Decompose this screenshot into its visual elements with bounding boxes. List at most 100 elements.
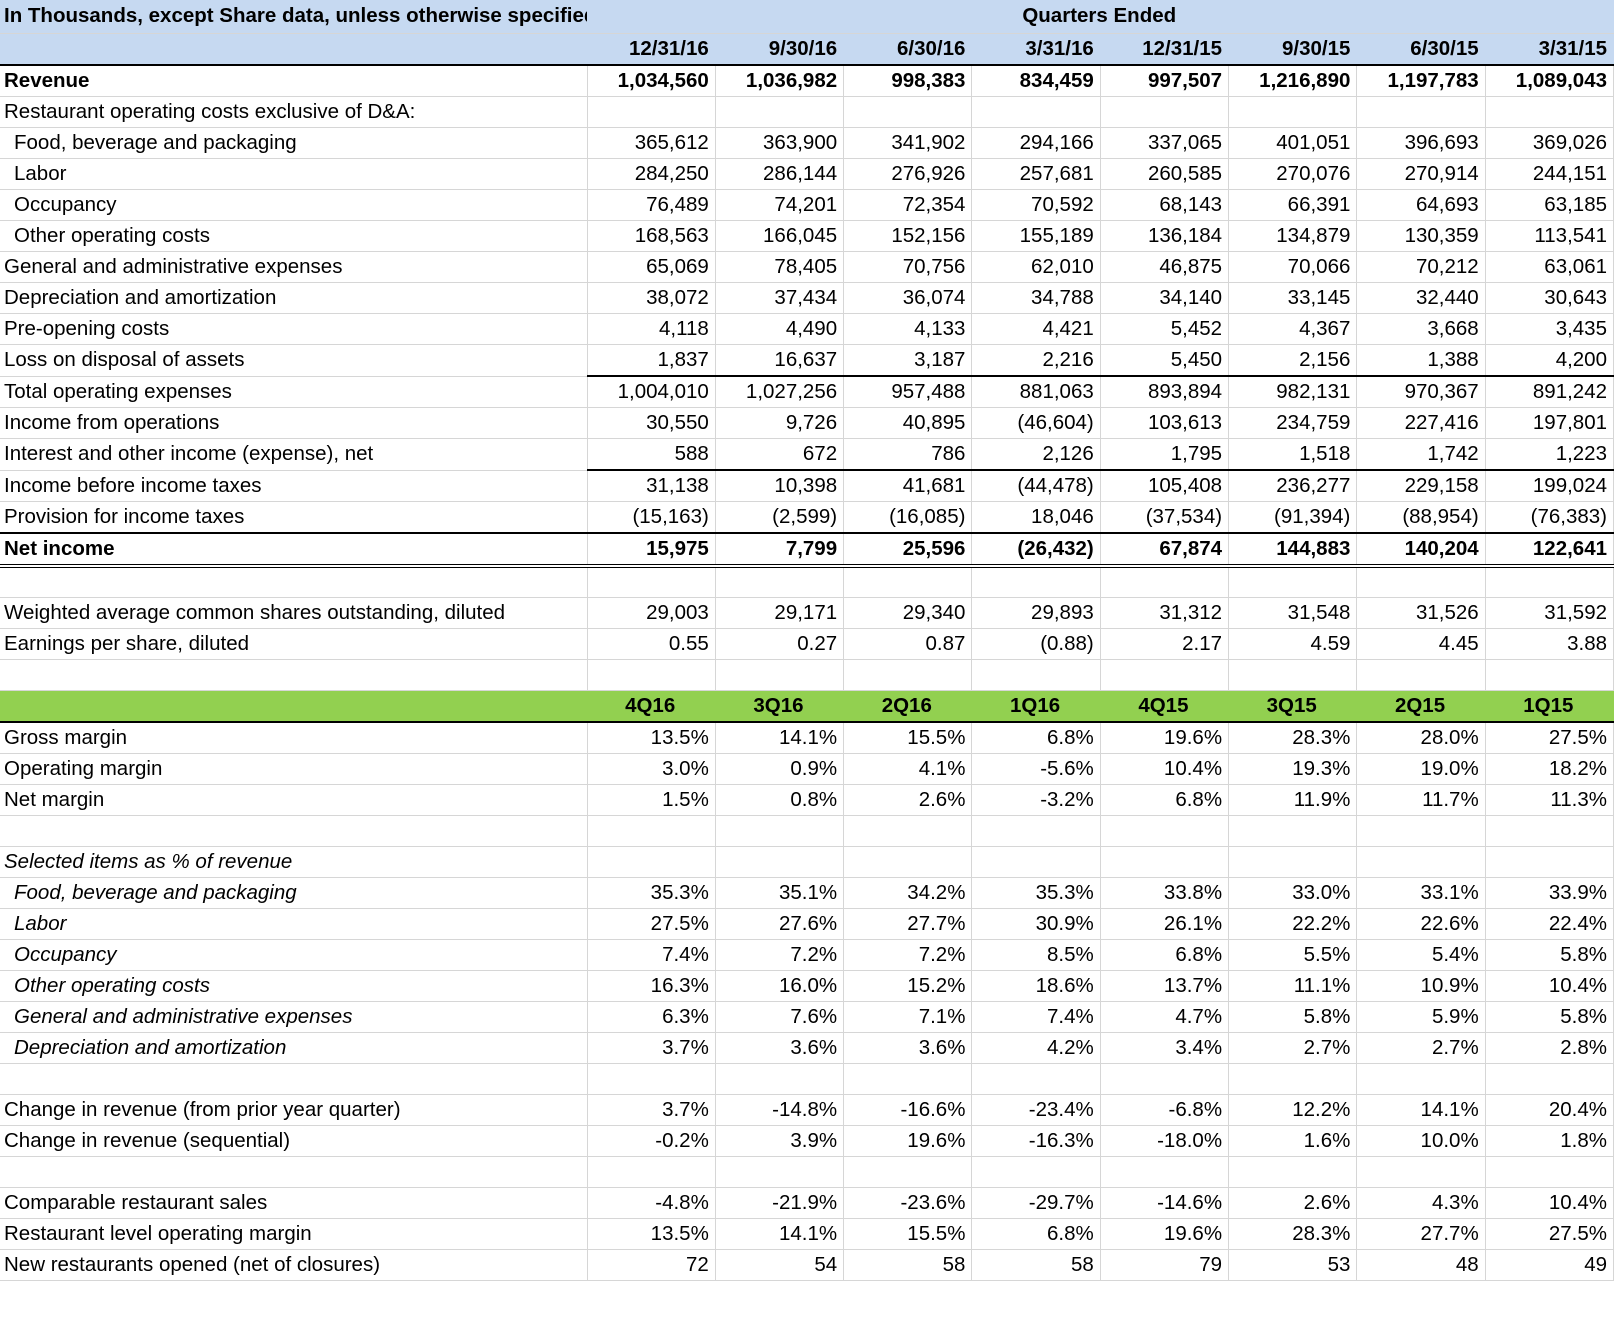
value-cell: 3.0% bbox=[587, 753, 716, 785]
value-cell: (26,432) bbox=[971, 532, 1101, 568]
value-cell: 197,801 bbox=[1485, 407, 1614, 439]
value-cell: 1,036,982 bbox=[715, 65, 845, 97]
value-cell: 33.0% bbox=[1228, 877, 1358, 909]
empty-cell bbox=[0, 1063, 588, 1095]
value-cell: 2.6% bbox=[1228, 1187, 1358, 1219]
row-label: Net income bbox=[0, 532, 588, 568]
value-cell bbox=[971, 96, 1101, 128]
empty-cell bbox=[715, 566, 845, 598]
value-cell: 35.3% bbox=[587, 877, 716, 909]
value-cell: -23.6% bbox=[843, 1187, 973, 1219]
row-label: Other operating costs bbox=[0, 970, 588, 1002]
empty-cell bbox=[587, 1156, 716, 1188]
value-cell: 27.5% bbox=[587, 908, 716, 940]
row-label: Weighted average common shares outstandi… bbox=[0, 597, 588, 629]
value-cell: 31,548 bbox=[1228, 597, 1358, 629]
value-cell: 2,216 bbox=[971, 344, 1101, 377]
value-cell: 891,242 bbox=[1485, 375, 1614, 408]
table-row: Gross margin 13.5% 14.1% 15.5% 6.8% 19.6% 28.3… bbox=[0, 721, 1614, 754]
value-cell: 4.1% bbox=[843, 753, 973, 785]
empty-cell bbox=[1356, 1063, 1486, 1095]
value-cell: 1.5% bbox=[587, 784, 716, 816]
value-cell: 5.8% bbox=[1485, 1001, 1614, 1033]
empty-cell bbox=[843, 1156, 973, 1188]
table-row: Change in revenue (from prior year quart… bbox=[0, 1094, 1614, 1126]
quarters-ended-header: Quarters Ended bbox=[587, 0, 1614, 34]
value-cell: 25,596 bbox=[843, 532, 973, 568]
value-cell: 140,204 bbox=[1356, 532, 1486, 568]
date-header: 9/30/16 bbox=[715, 33, 845, 66]
empty-cell bbox=[587, 566, 716, 598]
empty-cell bbox=[1100, 659, 1230, 691]
value-cell: 4.3% bbox=[1356, 1187, 1486, 1219]
row-label: Total operating expenses bbox=[0, 376, 588, 408]
empty-cell bbox=[971, 846, 1101, 878]
value-cell: 3.6% bbox=[843, 1032, 973, 1064]
empty-cell bbox=[587, 815, 716, 847]
value-cell bbox=[1228, 96, 1358, 128]
value-cell: 10.4% bbox=[1485, 1187, 1614, 1219]
value-cell: 3.7% bbox=[587, 1032, 716, 1064]
empty-cell bbox=[1100, 815, 1230, 847]
value-cell: 76,489 bbox=[587, 189, 716, 221]
value-cell: 227,416 bbox=[1356, 407, 1486, 439]
row-label: Food, beverage and packaging bbox=[0, 127, 588, 159]
value-cell: 7.1% bbox=[843, 1001, 973, 1033]
empty-cell bbox=[1228, 566, 1358, 598]
value-cell: 19.6% bbox=[1100, 1218, 1230, 1250]
table-row: Net income 15,975 7,799 25,596 (26,432) 67,87… bbox=[0, 532, 1614, 568]
value-cell: 31,312 bbox=[1100, 597, 1230, 629]
value-cell: 28.3% bbox=[1228, 721, 1358, 754]
value-cell: 3.6% bbox=[715, 1032, 845, 1064]
value-cell: 30.9% bbox=[971, 908, 1101, 940]
value-cell: 2.7% bbox=[1356, 1032, 1486, 1064]
table-row: Provision for income taxes (15,163) (2,599… bbox=[0, 501, 1614, 534]
date-header: 6/30/16 bbox=[843, 33, 973, 66]
value-cell: 7.2% bbox=[843, 939, 973, 971]
value-cell: 32,440 bbox=[1356, 282, 1486, 314]
empty-cell bbox=[1228, 659, 1358, 691]
value-cell: 15.2% bbox=[843, 970, 973, 1002]
empty-cell bbox=[587, 1063, 716, 1095]
value-cell: 401,051 bbox=[1228, 127, 1358, 159]
value-cell: 0.27 bbox=[715, 628, 845, 660]
value-cell: 14.1% bbox=[715, 1218, 845, 1250]
row-label: Depreciation and amortization bbox=[0, 282, 588, 314]
value-cell: 35.1% bbox=[715, 877, 845, 909]
row-label: General and administrative expenses bbox=[0, 251, 588, 283]
value-cell: 1,795 bbox=[1100, 438, 1230, 471]
value-cell: 54 bbox=[715, 1249, 845, 1281]
financial-spreadsheet: In Thousands, except Share data, unless … bbox=[0, 0, 1614, 1322]
row-label: Pre-opening costs bbox=[0, 313, 588, 345]
value-cell: 7.6% bbox=[715, 1001, 845, 1033]
value-cell: 0.55 bbox=[587, 628, 716, 660]
value-cell: 31,526 bbox=[1356, 597, 1486, 629]
value-cell: 31,138 bbox=[587, 469, 716, 502]
value-cell: 1,004,010 bbox=[587, 375, 716, 408]
table-row: Operating margin 3.0% 0.9% 4.1% -5.6% 10.4% 19… bbox=[0, 753, 1614, 785]
value-cell: (46,604) bbox=[971, 407, 1101, 439]
value-cell: 28.3% bbox=[1228, 1218, 1358, 1250]
value-cell bbox=[587, 96, 716, 128]
row-label: Change in revenue (sequential) bbox=[0, 1125, 588, 1157]
quarter-header: 2Q16 bbox=[843, 690, 973, 723]
empty-cell bbox=[1485, 659, 1614, 691]
row-label: New restaurants opened (net of closures) bbox=[0, 1249, 588, 1281]
value-cell: 2.6% bbox=[843, 784, 973, 816]
value-cell: 363,900 bbox=[715, 127, 845, 159]
value-cell: 2.8% bbox=[1485, 1032, 1614, 1064]
value-cell: 38,072 bbox=[587, 282, 716, 314]
header-row: In Thousands, except Share data, unless … bbox=[0, 0, 1614, 34]
value-cell: 34,140 bbox=[1100, 282, 1230, 314]
table-row: General and administrative expenses 6.3% 7… bbox=[0, 1001, 1614, 1033]
value-cell: -16.6% bbox=[843, 1094, 973, 1126]
value-cell: 0.87 bbox=[843, 628, 973, 660]
value-cell: 27.5% bbox=[1485, 721, 1614, 754]
value-cell: 26.1% bbox=[1100, 908, 1230, 940]
value-cell: 270,076 bbox=[1228, 158, 1358, 190]
value-cell: 786 bbox=[843, 438, 973, 471]
value-cell: -0.2% bbox=[587, 1125, 716, 1157]
empty-cell bbox=[715, 1063, 845, 1095]
value-cell: 4.45 bbox=[1356, 628, 1486, 660]
row-label: Change in revenue (from prior year quart… bbox=[0, 1094, 588, 1126]
